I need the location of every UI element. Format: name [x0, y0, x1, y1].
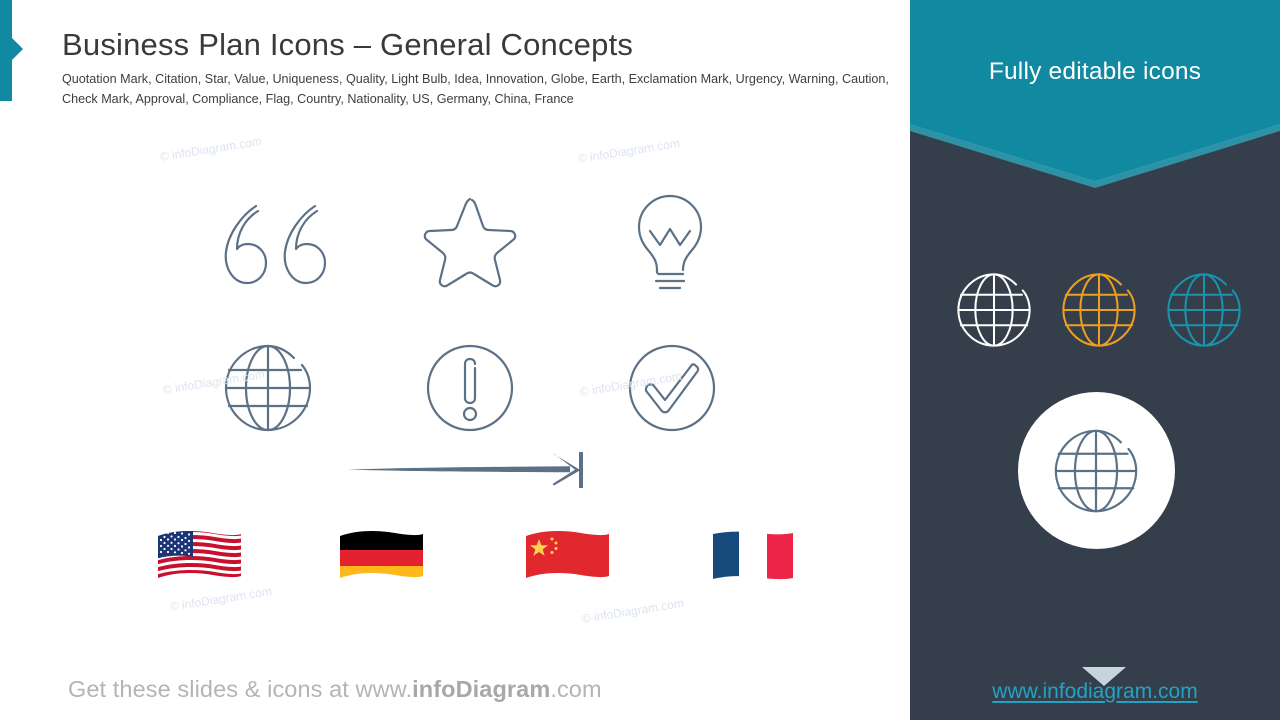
globe-icon[interactable]	[222, 342, 314, 434]
globe-row	[910, 268, 1280, 368]
slide-root: Business Plan Icons – General Concepts Q…	[0, 0, 1280, 720]
left-accent-arrow-icon	[12, 38, 23, 60]
banner-title: Fully editable icons	[988, 58, 1202, 85]
globe-orange-icon[interactable]	[1060, 268, 1138, 357]
flag-france-icon[interactable]	[709, 528, 797, 588]
quotation-mark-icon[interactable]	[212, 195, 328, 295]
icon-canvas	[0, 120, 910, 660]
right-panel: Fully editable icons www.infodiagram.com	[910, 0, 1280, 720]
star-icon[interactable]	[420, 192, 520, 292]
globe-white-icon[interactable]	[955, 268, 1033, 357]
footer-suffix: .com	[550, 676, 602, 702]
light-bulb-icon[interactable]	[626, 192, 716, 296]
flag-china-icon[interactable]	[523, 528, 611, 588]
page-title: Business Plan Icons – General Concepts	[62, 27, 634, 62]
callout-tail-pointer	[1082, 667, 1126, 686]
arrow-icon[interactable]	[348, 452, 592, 488]
page-subtitle: Quotation Mark, Citation, Star, Value, U…	[62, 72, 889, 106]
left-accent-bar	[0, 0, 12, 101]
exclamation-mark-icon[interactable]	[424, 342, 516, 434]
banner-chevron	[910, 0, 1280, 182]
flag-germany-icon[interactable]	[337, 528, 425, 588]
featured-globe-icon[interactable]	[1052, 427, 1140, 515]
footer-promo-text: Get these slides & icons at www.infoDiag…	[68, 676, 602, 703]
check-mark-icon[interactable]	[626, 342, 718, 434]
footer-brand: infoDiagram	[412, 676, 551, 702]
flag-us-icon[interactable]	[155, 528, 243, 588]
footer-prefix: Get these slides & icons at www.	[68, 676, 413, 702]
globe-teal-icon[interactable]	[1165, 268, 1243, 357]
